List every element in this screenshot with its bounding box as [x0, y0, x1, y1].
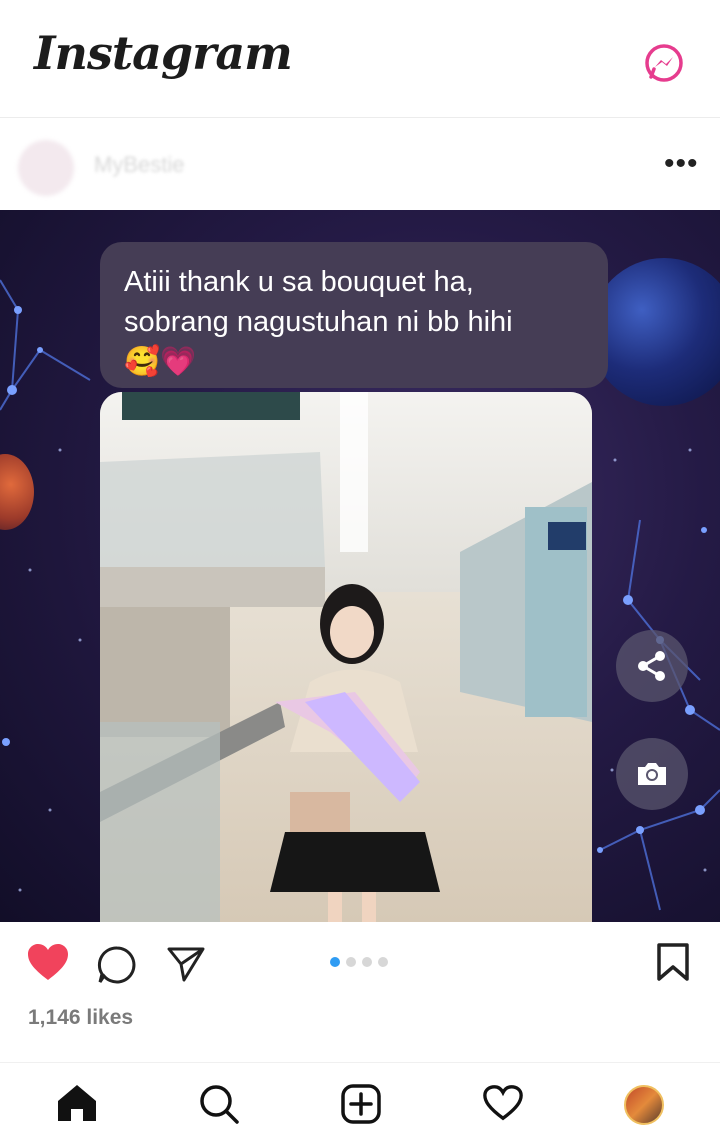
caption-bubble: Atiii thank u sa bouquet ha, sobrang nag… [100, 242, 608, 388]
likes-count[interactable]: 1,146 likes [28, 1006, 133, 1030]
bottom-nav [0, 1062, 720, 1132]
top-bar: Instagram [0, 0, 720, 118]
camera-button[interactable] [616, 738, 688, 810]
more-horizontal-icon[interactable]: ••• [664, 149, 699, 179]
post-actions: 1,146 likes [0, 922, 720, 1062]
add-post-icon[interactable] [340, 1083, 382, 1130]
share-icon [638, 651, 665, 681]
caption-line-1: Atiii thank u sa bouquet ha, [124, 266, 474, 298]
caption-emoji: 🥰💗 [124, 346, 197, 378]
instagram-logo[interactable]: Instagram [34, 26, 293, 80]
carousel-dot [362, 957, 372, 967]
home-icon[interactable] [56, 1083, 98, 1128]
share-button[interactable] [616, 630, 688, 702]
carousel-dot [378, 957, 388, 967]
post-photo[interactable] [100, 392, 592, 922]
carousel-indicator [330, 957, 388, 967]
post-author-avatar[interactable] [18, 140, 74, 196]
comment-icon[interactable] [96, 944, 138, 991]
post-header: MyBestie ••• [0, 118, 720, 210]
caption-line-2: sobrang nagustuhan ni bb hihi [124, 306, 513, 338]
carousel-dot [346, 957, 356, 967]
bookmark-icon[interactable] [655, 942, 691, 987]
post-image[interactable]: Atiii thank u sa bouquet ha, sobrang nag… [0, 210, 720, 922]
post-author-username[interactable]: MyBestie [94, 152, 184, 178]
carousel-dot-active [330, 957, 340, 967]
search-icon[interactable] [198, 1083, 240, 1130]
profile-avatar[interactable] [624, 1085, 664, 1125]
send-icon[interactable] [166, 944, 206, 989]
messenger-icon[interactable] [643, 42, 685, 84]
camera-icon [638, 763, 666, 785]
heart-filled-icon[interactable] [26, 942, 70, 987]
activity-heart-icon[interactable] [482, 1083, 524, 1128]
